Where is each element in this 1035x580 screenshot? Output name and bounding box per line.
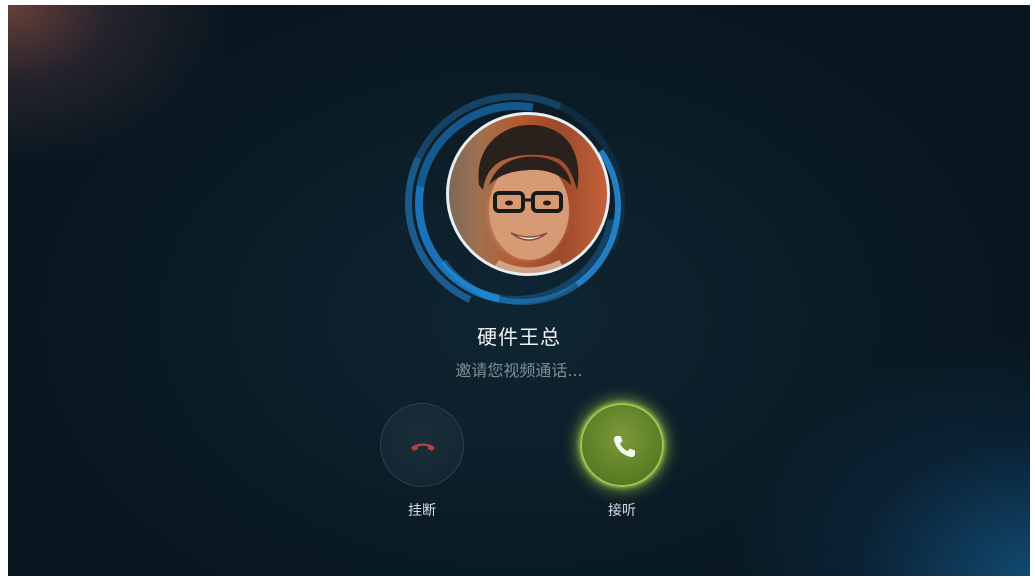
phone-icon [613,436,635,458]
call-status-text: 邀请您视频通话... [455,361,583,380]
caller-avatar-container [374,62,657,344]
video-call-screen: 硬件王总 邀请您视频通话... 挂断 接听 [8,5,1030,576]
accept-label: 接听 [608,503,636,519]
avatar [446,112,610,276]
phone-hangup-icon [411,443,435,451]
decline-label: 挂断 [408,503,436,519]
accept-button[interactable] [580,403,664,487]
decline-button[interactable] [380,403,464,487]
caller-name: 硬件王总 [477,325,561,349]
